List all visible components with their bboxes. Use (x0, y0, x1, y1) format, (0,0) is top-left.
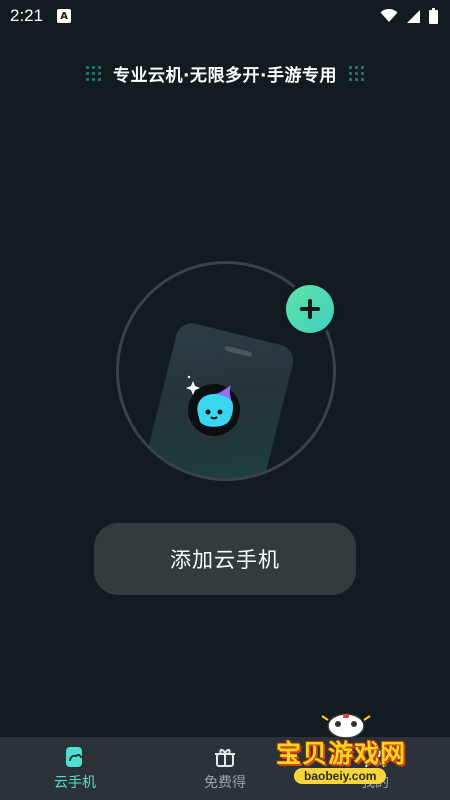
status-right (380, 8, 438, 24)
gamepad-mascot-icon (321, 713, 371, 739)
slogan-text: 专业云机·无限多开·手游专用 (113, 65, 337, 86)
slogan-row: 专业云机·无限多开·手游专用 (0, 58, 450, 88)
gift-icon (215, 748, 235, 767)
dots-right-icon (348, 65, 364, 81)
tab-free[interactable]: 免费得 (150, 737, 300, 800)
add-plus-button[interactable] (286, 285, 334, 333)
phone-notch (224, 345, 253, 358)
mascot-icon (186, 375, 242, 438)
notification-badge-icon: A (57, 9, 72, 23)
add-cloud-phone-button[interactable]: 添加云手机 (94, 523, 356, 595)
bottom-nav: 云手机 免费得 我的 (0, 737, 450, 800)
tab-free-label: 免费得 (204, 774, 246, 791)
tab-cloud-phone[interactable]: 云手机 (0, 737, 150, 800)
cell-signal-icon (407, 9, 420, 23)
app-screen: 2:21 A 专业云机·无限多开·手游专用 添加云手机 云手机 免费得 我的 宝… (0, 0, 450, 800)
status-bar: 2:21 A (0, 0, 450, 32)
wifi-icon (380, 9, 398, 22)
tab-profile-label: 我的 (361, 774, 389, 791)
status-time: 2:21 (10, 6, 44, 25)
profile-icon (365, 746, 385, 767)
battery-icon (429, 8, 438, 24)
plus-icon (300, 299, 320, 319)
add-phone-graphic[interactable] (116, 261, 336, 481)
cloud-phone-icon (66, 746, 82, 767)
dots-left-icon (86, 65, 102, 81)
status-left: 2:21 A (10, 6, 72, 26)
tab-profile[interactable]: 我的 (300, 737, 450, 800)
tab-cloud-phone-label: 云手机 (54, 774, 96, 791)
